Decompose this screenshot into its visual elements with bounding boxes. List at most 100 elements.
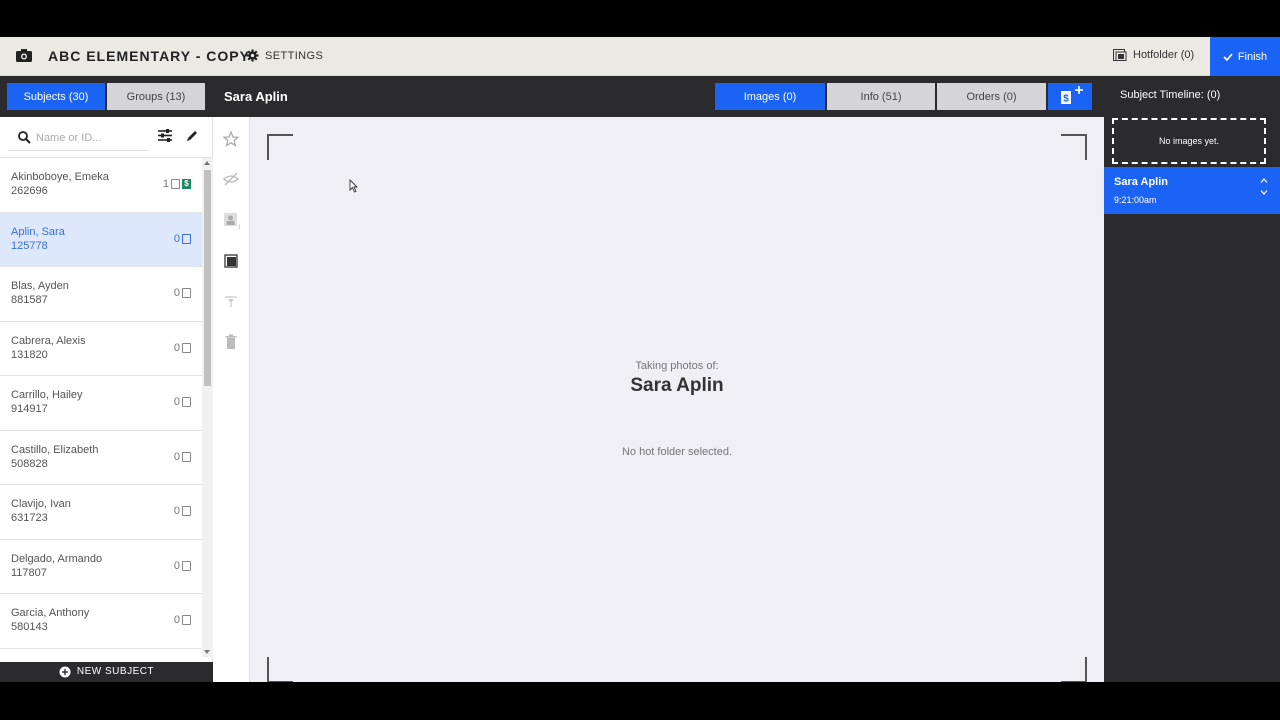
subject-id: 262696 bbox=[11, 185, 48, 197]
photo-icon bbox=[182, 615, 191, 625]
image-count-value: 1 bbox=[162, 178, 169, 190]
list-item[interactable]: Garcia, Anthony 580143 0 bbox=[0, 594, 202, 649]
subject-id: 580143 bbox=[11, 621, 48, 633]
list-item[interactable]: Akinboboye, Emeka 262696 1 $ bbox=[0, 158, 202, 213]
new-subject-button[interactable]: NEW SUBJECT bbox=[0, 662, 213, 682]
subject-name: Garcia, Anthony bbox=[11, 607, 90, 619]
timeline-entry[interactable]: Sara Aplin 9:21:00am bbox=[1104, 167, 1280, 214]
subject-id: 508828 bbox=[11, 457, 48, 470]
camera-icon bbox=[16, 49, 32, 62]
subject-id: 914917 bbox=[11, 403, 48, 415]
finish-button[interactable]: Finish bbox=[1210, 37, 1280, 76]
subject-list: Akinboboye, Emeka 262696 1 $ Aplin, Sara … bbox=[0, 158, 202, 652]
tab-info-label: Info (51) bbox=[860, 90, 902, 103]
settings-button[interactable]: SETTINGS bbox=[246, 49, 323, 62]
check-icon bbox=[1223, 52, 1233, 61]
empty-images-label: No images yet. bbox=[1158, 136, 1220, 146]
photo-icon bbox=[182, 451, 191, 462]
scroll-thumb[interactable] bbox=[204, 170, 211, 386]
subject-name: Blas, Ayden bbox=[11, 280, 69, 292]
chevron-down-icon[interactable] bbox=[1260, 190, 1268, 195]
settings-label: SETTINGS bbox=[265, 49, 324, 62]
timeline-header: Subject Timeline: (0) bbox=[1120, 89, 1221, 101]
image-count-value: 0 bbox=[173, 396, 180, 408]
pencil-icon[interactable] bbox=[186, 129, 199, 142]
tab-subjects[interactable]: Subjects (30) bbox=[7, 83, 105, 110]
image-count: 0 bbox=[174, 505, 191, 517]
list-item[interactable]: Delgado, Armando 117807 0 bbox=[0, 540, 202, 594]
photo-icon bbox=[182, 288, 191, 298]
image-count-value: 0 bbox=[173, 614, 180, 626]
star-icon[interactable] bbox=[222, 130, 240, 148]
list-item[interactable]: Castillo, Elizabeth 508828 0 bbox=[0, 431, 202, 485]
subject-id: 117807 bbox=[11, 566, 47, 579]
image-count: 0 bbox=[174, 233, 191, 245]
job-title: ABC ELEMENTARY - COPY bbox=[48, 48, 250, 64]
list-item[interactable]: Cabrera, Alexis 131820 0 bbox=[0, 322, 202, 376]
image-count-value: 0 bbox=[173, 232, 180, 245]
money-plus-icon: $ bbox=[1061, 86, 1083, 105]
subject-name: Clavijo, Ivan bbox=[11, 498, 71, 510]
timeline-entry-name: Sara Aplin bbox=[1114, 176, 1168, 188]
subject-name: Aplin, Sara bbox=[11, 225, 65, 238]
subject-name: Cabrera, Alexis bbox=[11, 334, 86, 347]
photo-icon bbox=[182, 342, 191, 353]
photo-icon bbox=[171, 179, 180, 189]
subject-name: Carrillo, Hailey bbox=[11, 389, 83, 401]
scroll-up-icon[interactable] bbox=[204, 161, 210, 165]
timeline-entry-time: 9:21:00am bbox=[1114, 195, 1157, 205]
search-icon bbox=[18, 131, 31, 144]
trash-icon[interactable] bbox=[222, 333, 240, 351]
image-count: 1 $ bbox=[163, 178, 191, 190]
subject-id: 631723 bbox=[11, 512, 48, 524]
subject-name: Castillo, Elizabeth bbox=[11, 443, 99, 456]
list-scrollbar[interactable] bbox=[202, 158, 213, 657]
gear-icon bbox=[246, 49, 259, 62]
list-item[interactable]: Blas, Ayden 881587 0 bbox=[0, 267, 202, 322]
empty-images-dropzone: No images yet. bbox=[1112, 118, 1266, 164]
image-count: 0 bbox=[174, 560, 191, 572]
capture-subject-name: Sara Aplin bbox=[630, 375, 724, 396]
hide-icon[interactable] bbox=[222, 170, 240, 188]
search-input[interactable] bbox=[36, 130, 144, 146]
hotfolder-icon bbox=[1113, 49, 1127, 61]
tab-orders[interactable]: Orders (0) bbox=[937, 83, 1046, 110]
filter-icon[interactable] bbox=[158, 129, 172, 142]
hotfolder-label: Hotfolder (0) bbox=[1133, 49, 1195, 61]
tab-orders-label: Orders (0) bbox=[966, 90, 1017, 103]
frame-corner-top-left bbox=[267, 134, 293, 160]
image-count-value: 0 bbox=[173, 341, 180, 354]
svg-text:1: 1 bbox=[238, 225, 240, 230]
frame-corner-bottom-left bbox=[267, 657, 293, 682]
tab-images[interactable]: Images (0) bbox=[715, 83, 825, 110]
image-count: 0 bbox=[174, 287, 191, 299]
hotfolder-status: No hot folder selected. bbox=[621, 446, 733, 458]
image-count: 0 bbox=[174, 396, 191, 408]
scroll-down-icon[interactable] bbox=[204, 650, 210, 654]
chevron-up-icon[interactable] bbox=[1260, 178, 1268, 183]
image-select-icon[interactable] bbox=[222, 252, 240, 270]
subject-header-bar: Subjects (30) Groups (13) Sara Aplin Ima… bbox=[0, 76, 1104, 117]
paid-icon: $ bbox=[182, 179, 191, 189]
pose-icon[interactable]: 1 bbox=[222, 211, 240, 229]
frame-corner-top-right bbox=[1061, 134, 1087, 160]
list-item[interactable]: Clavijo, Ivan 631723 0 bbox=[0, 485, 202, 540]
hotfolder-button[interactable]: Hotfolder (0) bbox=[1113, 49, 1194, 61]
subject-id: 881587 bbox=[11, 294, 48, 306]
expand-collapse-control[interactable] bbox=[1260, 178, 1268, 195]
add-order-button[interactable]: $ bbox=[1048, 83, 1092, 110]
subject-name: Akinboboye, Emeka bbox=[11, 171, 109, 183]
list-item[interactable]: Carrillo, Hailey 914917 0 bbox=[0, 376, 202, 431]
photo-icon bbox=[182, 506, 191, 516]
tab-groups[interactable]: Groups (13) bbox=[107, 83, 205, 110]
subject-timeline-panel: Subject Timeline: (0) No images yet. Sar… bbox=[1104, 76, 1280, 682]
finish-label: Finish bbox=[1237, 50, 1268, 63]
image-count-value: 0 bbox=[173, 559, 180, 572]
crop-icon[interactable] bbox=[222, 292, 240, 310]
subject-list-panel: Akinboboye, Emeka 262696 1$ Aplin, Sara … bbox=[0, 117, 213, 682]
list-item[interactable]: Aplin, Sara 125778 0 bbox=[0, 212, 202, 267]
tab-images-label: Images (0) bbox=[743, 90, 797, 103]
new-subject-label: NEW SUBJECT bbox=[76, 666, 155, 677]
tab-info[interactable]: Info (51) bbox=[827, 83, 935, 110]
frame-corner-bottom-right bbox=[1061, 657, 1087, 682]
